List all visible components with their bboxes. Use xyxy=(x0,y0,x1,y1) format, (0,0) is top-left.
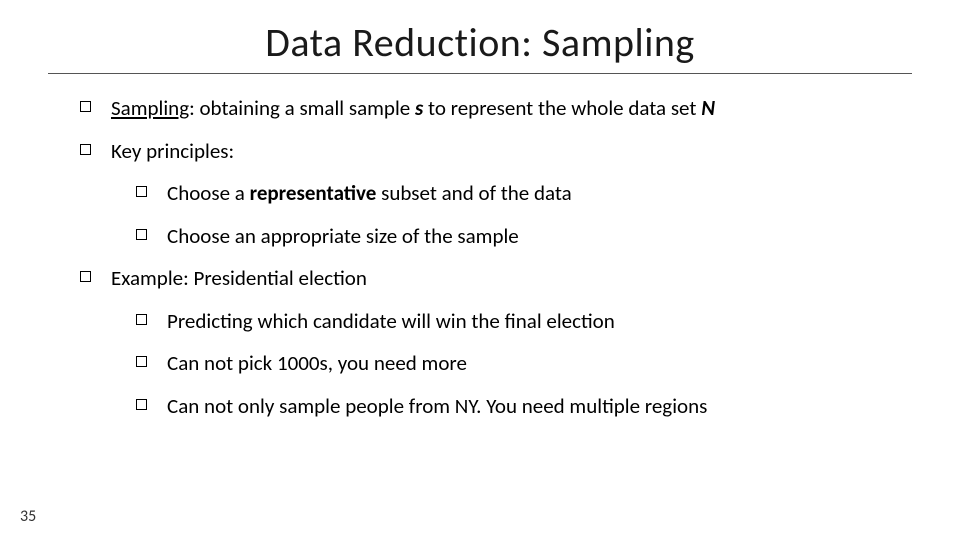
bullet-text: Choose an appropriate size of the sample xyxy=(167,220,912,253)
bullet-text: Choose a representative subset and of th… xyxy=(167,177,912,210)
square-bullet-icon xyxy=(136,229,147,240)
text-frag: to represent the whole data set xyxy=(423,95,701,121)
page-number: 35 xyxy=(20,507,36,526)
square-bullet-icon xyxy=(80,144,91,155)
slide-title: Data Reduction: Sampling xyxy=(48,18,912,67)
bullet-key-principles: Key principles: xyxy=(48,135,912,168)
square-bullet-icon xyxy=(136,399,147,410)
bullet-text: Sampling: obtaining a small sample s to … xyxy=(111,92,912,125)
bullet-size: Choose an appropriate size of the sample xyxy=(48,220,912,253)
slide-content: Sampling: obtaining a small sample s to … xyxy=(48,92,912,422)
bullet-text: Key principles: xyxy=(111,135,912,168)
square-bullet-icon xyxy=(80,271,91,282)
bullet-sampling-def: Sampling: obtaining a small sample s to … xyxy=(48,92,912,125)
square-bullet-icon xyxy=(80,101,91,112)
bullet-predicting: Predicting which candidate will win the … xyxy=(48,305,912,338)
bullet-text: Predicting which candidate will win the … xyxy=(167,305,912,338)
emph-representative: representative xyxy=(250,180,377,206)
text-frag: : obtaining a small sample xyxy=(189,95,415,121)
bullet-text: Can not pick 1000s, you need more xyxy=(167,347,912,380)
bullet-example: Example: Presidential election xyxy=(48,262,912,295)
title-rule xyxy=(48,73,912,74)
bullet-1000s: Can not pick 1000s, you need more xyxy=(48,347,912,380)
var-n: N xyxy=(701,95,715,121)
square-bullet-icon xyxy=(136,186,147,197)
bullet-representative: Choose a representative subset and of th… xyxy=(48,177,912,210)
bullet-text: Example: Presidential election xyxy=(111,262,912,295)
sampling-term: Sampling xyxy=(111,95,189,121)
square-bullet-icon xyxy=(136,356,147,367)
bullet-ny: Can not only sample people from NY. You … xyxy=(48,390,912,423)
bullet-text: Can not only sample people from NY. You … xyxy=(167,390,912,423)
square-bullet-icon xyxy=(136,314,147,325)
text-frag: Choose a xyxy=(167,180,250,206)
text-frag: subset and of the data xyxy=(376,180,571,206)
slide: Data Reduction: Sampling Sampling: obtai… xyxy=(0,0,960,540)
